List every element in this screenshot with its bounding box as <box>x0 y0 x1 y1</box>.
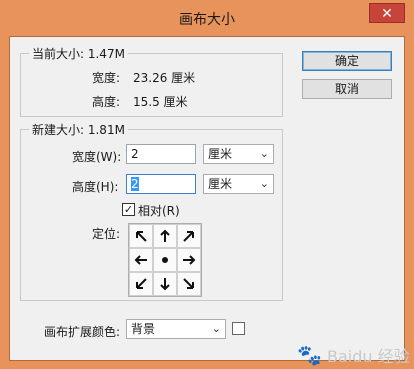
arrow-right-icon <box>183 255 196 265</box>
relative-label[interactable]: 相对(R) <box>138 202 180 219</box>
anchor-top-left[interactable] <box>129 224 153 248</box>
anchor-bottom-left[interactable] <box>129 272 153 296</box>
new-height-input[interactable]: 2 <box>126 174 196 194</box>
width-unit-select[interactable]: 厘米 ⌄ <box>203 144 274 164</box>
new-height-label: 高度(H): <box>72 180 119 194</box>
canvas-extension-label: 画布扩展颜色: <box>44 325 121 339</box>
arrow-down-right-icon <box>183 278 194 289</box>
anchor-left[interactable] <box>129 248 153 272</box>
new-size-label: 新建大小: 1.81M <box>29 121 128 138</box>
paw-icon: 🐾 <box>297 343 322 367</box>
title-bar[interactable]: 画布大小 ✕ <box>0 0 414 36</box>
chevron-down-icon: ⌄ <box>259 177 269 190</box>
anchor-bottom-right[interactable] <box>177 272 201 296</box>
dialog-title: 画布大小 <box>179 12 235 28</box>
color-swatch[interactable] <box>232 322 245 335</box>
checkmark-icon: ✓ <box>123 203 134 216</box>
new-width-input[interactable]: 2 <box>126 144 196 164</box>
ok-button[interactable]: 确定 <box>302 51 392 71</box>
width-unit-value: 厘米 <box>208 147 233 161</box>
anchor-center[interactable] <box>153 248 177 272</box>
cancel-button[interactable]: 取消 <box>302 79 392 99</box>
dialog-window: 画布大小 ✕ 当前大小: 1.47M 宽度: 23.26 厘米 高度: 15.5… <box>0 0 414 369</box>
watermark: 🐾 Baidu 经验 <box>297 343 410 367</box>
dialog-body: 当前大小: 1.47M 宽度: 23.26 厘米 高度: 15.5 厘米 确定 … <box>9 36 410 367</box>
new-width-value: 2 <box>131 147 139 161</box>
arrow-up-icon <box>160 229 170 242</box>
current-width-value: 23.26 厘米 <box>133 71 196 85</box>
anchor-dot-icon <box>162 257 168 263</box>
arrow-up-left-icon <box>136 231 147 242</box>
anchor-bottom[interactable] <box>153 272 177 296</box>
current-height-label: 高度: <box>92 95 121 109</box>
relative-checkbox[interactable]: ✓ <box>122 203 135 216</box>
arrow-down-icon <box>160 278 170 291</box>
chevron-down-icon: ⌄ <box>259 147 269 160</box>
height-unit-value: 厘米 <box>208 177 233 191</box>
arrow-down-left-icon <box>136 278 147 289</box>
new-height-value: 2 <box>131 177 139 191</box>
canvas-extension-select[interactable]: 背景 ⌄ <box>126 319 226 339</box>
canvas-extension-value: 背景 <box>131 322 156 336</box>
anchor-right[interactable] <box>177 248 201 272</box>
current-width-label: 宽度: <box>92 71 121 85</box>
close-button[interactable]: ✕ <box>369 3 405 23</box>
anchor-label: 定位: <box>92 227 121 241</box>
anchor-top[interactable] <box>153 224 177 248</box>
arrow-up-right-icon <box>183 231 194 242</box>
anchor-top-right[interactable] <box>177 224 201 248</box>
current-size-label: 当前大小: 1.47M <box>29 45 128 62</box>
watermark-text: Baidu 经验 <box>327 347 410 366</box>
current-height-value: 15.5 厘米 <box>133 95 188 109</box>
height-unit-select[interactable]: 厘米 ⌄ <box>203 174 274 194</box>
chevron-down-icon: ⌄ <box>211 322 221 335</box>
anchor-grid <box>128 223 202 297</box>
close-icon: ✕ <box>381 6 393 22</box>
arrow-left-icon <box>134 255 147 265</box>
new-width-label: 宽度(W): <box>72 150 122 164</box>
